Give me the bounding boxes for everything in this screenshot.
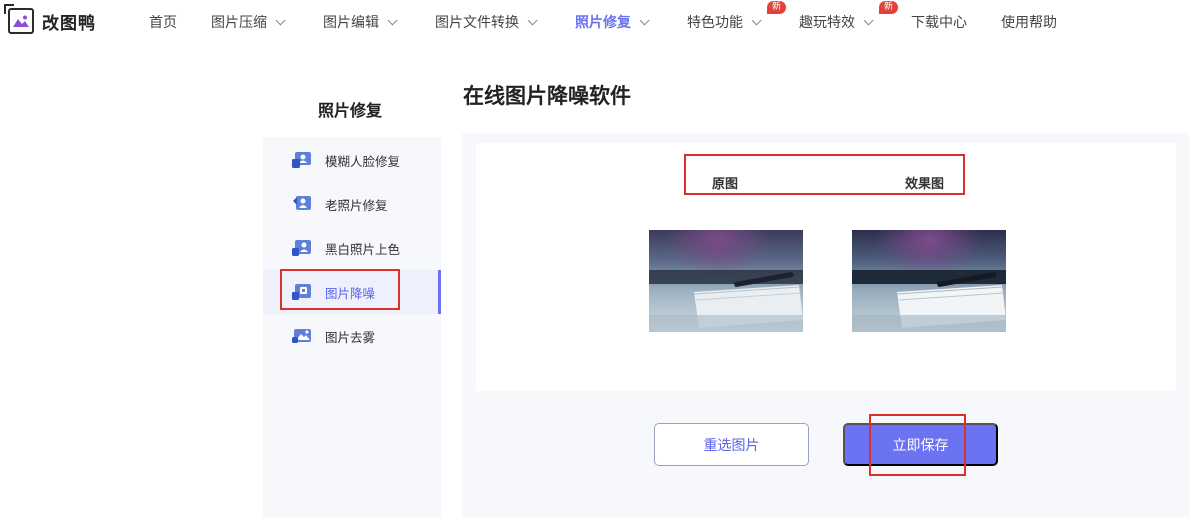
page-title: 在线图片降噪软件	[463, 84, 631, 108]
sidebar-title: 照片修复	[318, 101, 383, 120]
reselect-image-button[interactable]: 重选图片	[654, 423, 809, 466]
brand-logo[interactable]: 改图鸭	[4, 4, 96, 34]
sidebar-item-face-repair[interactable]: 模糊人脸修复	[263, 138, 441, 182]
highlight-box	[280, 269, 400, 310]
result-image	[852, 230, 1006, 332]
highlight-box	[684, 154, 965, 195]
nav-label: 照片修复	[575, 15, 631, 31]
nav-file-convert[interactable]: 图片文件转换	[435, 12, 538, 32]
nav-image-edit[interactable]: 图片编辑	[323, 12, 398, 32]
nav-label: 首页	[149, 15, 177, 31]
sidebar: 模糊人脸修复 老照片修复 黑白照片上色 图片降噪 图片去雾	[263, 137, 441, 517]
nav-image-compress[interactable]: 图片压缩	[211, 12, 286, 32]
sidebar-item-colorize[interactable]: 黑白照片上色	[263, 226, 441, 270]
logo-icon	[4, 4, 34, 34]
nav-label: 图片压缩	[211, 15, 267, 31]
nav-label: 使用帮助	[1001, 15, 1057, 31]
original-image	[649, 230, 803, 332]
sidebar-item-old-photo[interactable]: 老照片修复	[263, 182, 441, 226]
sidebar-item-label: 图片去雾	[325, 329, 376, 345]
nav-label: 特色功能	[687, 15, 743, 31]
chevron-down-icon	[639, 15, 650, 26]
nav-label: 趣玩特效	[799, 15, 855, 31]
chevron-down-icon	[751, 15, 762, 26]
face-photo-icon	[291, 151, 313, 169]
sidebar-item-label: 黑白照片上色	[325, 241, 401, 257]
chevron-down-icon	[527, 15, 538, 26]
nav-photo-repair[interactable]: 照片修复	[575, 12, 650, 32]
nav-fun-effects[interactable]: 趣玩特效 新	[799, 1, 899, 32]
brand-name: 改图鸭	[42, 13, 96, 34]
nav-special-features[interactable]: 特色功能 新	[687, 1, 787, 32]
nav-home[interactable]: 首页	[149, 12, 177, 32]
nav-download-center[interactable]: 下载中心	[911, 12, 967, 32]
sidebar-item-label: 老照片修复	[325, 197, 388, 213]
new-badge: 新	[767, 1, 787, 14]
sidebar-item-label: 模糊人脸修复	[325, 153, 401, 169]
chevron-down-icon	[275, 15, 286, 26]
top-nav: 改图鸭 首页 图片压缩 图片编辑 图片文件转换 照片修复 特色功能 新 趣玩特效…	[0, 0, 1200, 44]
nav-label: 图片编辑	[323, 15, 379, 31]
chevron-down-icon	[863, 15, 874, 26]
nav-label: 图片文件转换	[435, 15, 519, 31]
colorize-icon	[291, 239, 313, 257]
dehaze-icon	[291, 327, 313, 345]
new-badge: 新	[879, 1, 899, 14]
nav-label: 下载中心	[911, 15, 967, 31]
old-photo-icon	[291, 195, 313, 213]
highlight-box	[869, 414, 966, 476]
nav-help[interactable]: 使用帮助	[1001, 12, 1057, 32]
chevron-down-icon	[387, 15, 398, 26]
sidebar-item-dehaze[interactable]: 图片去雾	[263, 314, 441, 358]
